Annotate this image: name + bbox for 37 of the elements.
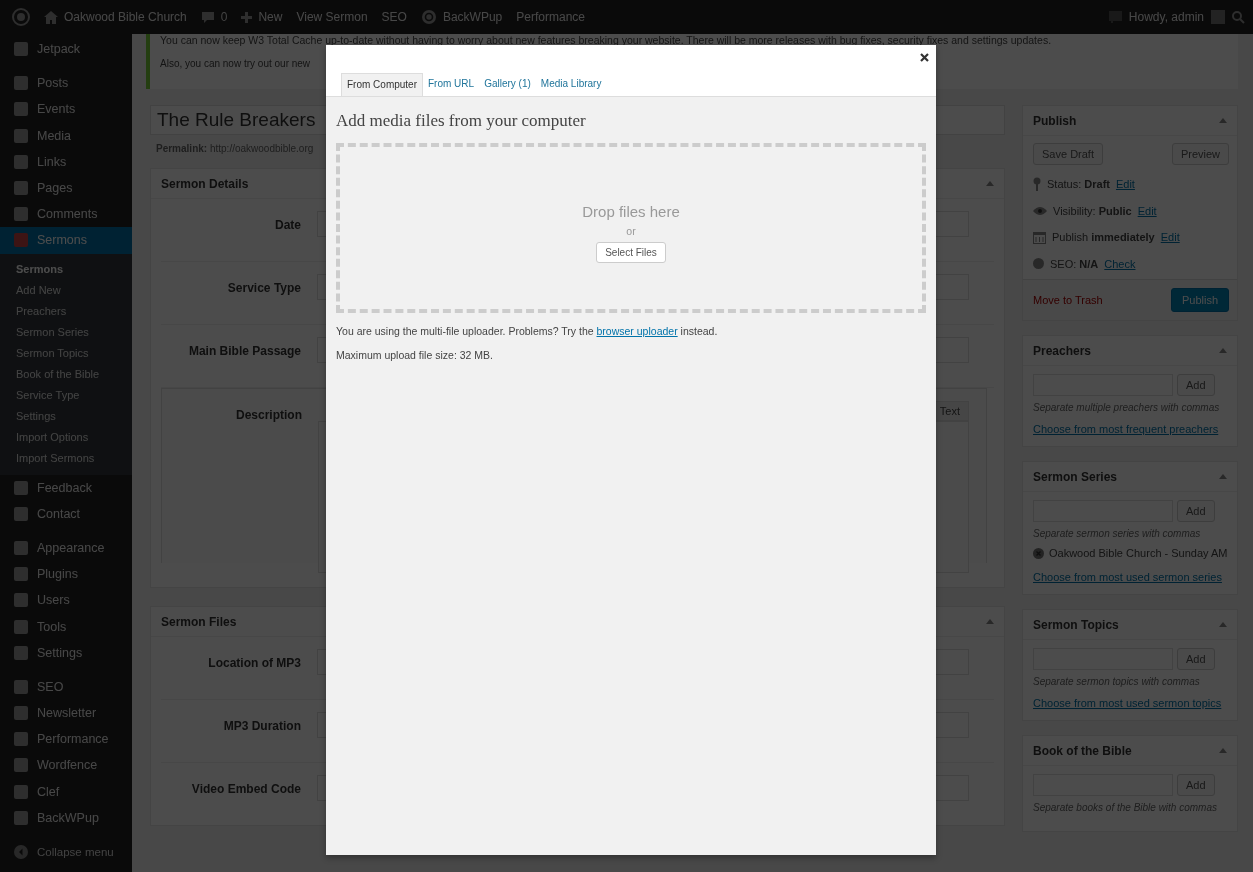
field-label: Location of MP3 [207, 655, 301, 672]
publish-status-text: Publish immediately [1052, 231, 1155, 244]
browser-uploader-link[interactable]: browser uploader [596, 325, 678, 337]
drop-files-text: Drop files here [582, 203, 680, 220]
field-label: Video Embed Code [190, 781, 301, 798]
select-files-button[interactable]: Select Files [596, 242, 666, 263]
upload-tab[interactable]: Gallery (1) [479, 73, 536, 96]
edit-link[interactable]: Check [1104, 257, 1136, 270]
move-to-trash-link[interactable]: Move to Trash [1033, 294, 1103, 306]
choose-tags-link[interactable]: Choose from most used sermon series [1033, 571, 1222, 583]
meta-box-title: Book of the Bible [1033, 743, 1132, 758]
meta-box-title: Sermon Files [161, 614, 237, 629]
edit-link[interactable]: Edit [1137, 204, 1157, 217]
field-label: Description [235, 407, 302, 424]
field-label: Service Type [226, 280, 301, 297]
edit-link[interactable]: Edit [1160, 231, 1180, 244]
or-text: or [626, 225, 636, 237]
uploader-note-text: You are using the multi-file uploader. Problems? Try the browser uploader instead. [336, 325, 719, 337]
dialog-heading: Add media files from your computer [336, 111, 587, 131]
field-label: Main Bible Passage [187, 343, 301, 360]
choose-tags-link[interactable]: Choose from most frequent preachers [1033, 423, 1219, 435]
field-label: Date [274, 217, 301, 234]
meta-box-title: Preachers [1033, 343, 1092, 358]
meta-box-title: Publish [1033, 113, 1077, 128]
edit-link[interactable]: Edit [1115, 178, 1135, 191]
meta-box-title: Sermon Details [161, 176, 249, 191]
max-upload-size-text: Maximum upload file size: 32 MB. [336, 349, 494, 361]
publish-status-text: SEO: N/A [1050, 257, 1099, 270]
meta-box-title: Sermon Series [1033, 469, 1118, 484]
upload-tab[interactable]: From URL [423, 73, 480, 96]
drop-zone[interactable]: Drop files here or Select Files [336, 143, 926, 313]
field-label: MP3 Duration [222, 718, 301, 735]
close-icon[interactable] [920, 52, 929, 62]
upload-tab[interactable]: Media Library [535, 73, 607, 96]
upload-tab[interactable]: From Computer [341, 73, 423, 96]
meta-box-title: Sermon Topics [1033, 617, 1119, 632]
choose-tags-link[interactable]: Choose from most used sermon topics [1033, 697, 1222, 709]
